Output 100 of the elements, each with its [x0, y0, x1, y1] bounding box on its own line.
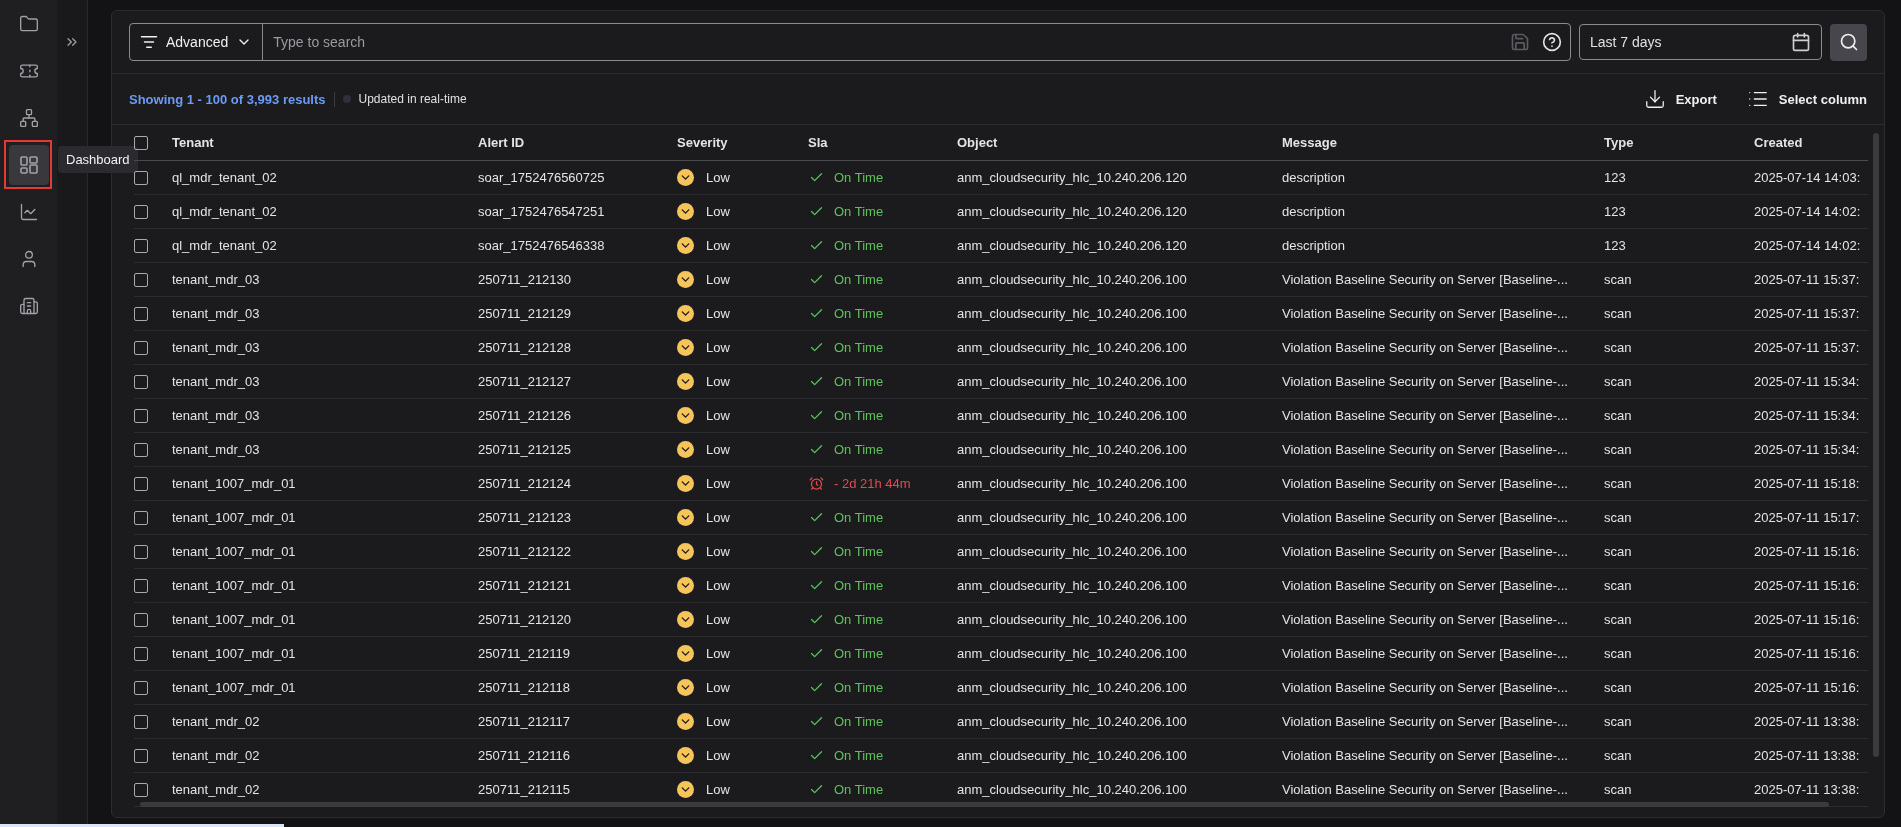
table-cell-text: Violation Baseline Security on Server [Baseline-... [1282, 714, 1569, 729]
table-cell: Low [706, 714, 730, 729]
table-cell-text: scan [1604, 272, 1633, 287]
help-icon[interactable] [1542, 32, 1562, 52]
table-cell: - 2d 21h 44m [834, 476, 911, 491]
row-checkbox[interactable] [134, 612, 148, 627]
table-cell-text: anm_cloudsecurity_hlc_10.240.206.120 [957, 170, 1188, 185]
table-cell-text: soar_1752476546338 [478, 238, 606, 253]
download-icon [1643, 88, 1666, 110]
row-checkbox[interactable] [134, 408, 148, 423]
table-cell: On Time [834, 272, 884, 287]
chevron-down-icon [677, 203, 694, 220]
row-checkbox[interactable] [134, 476, 148, 491]
table-cell: Low [706, 544, 730, 559]
table-cell-text: 250711_212120 [478, 612, 573, 627]
search-field[interactable]: Advanced Type to search [129, 23, 1571, 61]
dashboard-icon [18, 155, 39, 175]
table-cell-text: description [1282, 170, 1346, 185]
table-cell-text: 2025-07-11 15:37: [1754, 272, 1861, 287]
search-button[interactable] [1830, 23, 1867, 61]
chevron-down-icon [677, 237, 694, 254]
building-icon [18, 296, 39, 316]
status-dot [342, 95, 351, 103]
row-checkbox[interactable] [134, 578, 148, 593]
table-cell-text: tenant_1007_mdr_01 [172, 476, 297, 491]
row-checkbox[interactable] [134, 170, 148, 185]
table-cell-text: 2025-07-11 15:16: [1754, 646, 1861, 661]
column-header[interactable]: Sla [808, 135, 957, 150]
table-cell-text: Violation Baseline Security on Server [Baseline-... [1282, 782, 1569, 797]
table-cell: On Time [834, 340, 884, 355]
table-cell-text: 2025-07-14 14:03: [1754, 170, 1862, 185]
table-cell: On Time [834, 612, 884, 627]
table-cell: Low [706, 238, 730, 253]
row-checkbox[interactable] [134, 714, 148, 729]
date-range-field[interactable]: Last 7 days [1579, 24, 1822, 60]
table-cell-text: 123 [1604, 170, 1627, 185]
row-checkbox[interactable] [134, 680, 148, 695]
table-cell-text: Violation Baseline Security on Server [Baseline-... [1282, 612, 1569, 627]
chevron-down-icon [677, 475, 694, 492]
table-cell: On Time [834, 238, 884, 253]
row-checkbox[interactable] [134, 782, 148, 797]
table-cell-text: 123 [1604, 204, 1627, 219]
table-cell: On Time [834, 408, 884, 423]
table-cell-text: 2025-07-11 15:16: [1754, 578, 1861, 593]
network-icon [18, 108, 39, 128]
table-cell: Low [706, 374, 730, 389]
table-cell-text: anm_cloudsecurity_hlc_10.240.206.100 [957, 340, 1188, 355]
table-cell-text: anm_cloudsecurity_hlc_10.240.206.100 [957, 544, 1188, 559]
row-checkbox[interactable] [134, 238, 148, 253]
chevron-down-icon [677, 713, 694, 730]
table-cell-text: tenant_1007_mdr_01 [172, 612, 297, 627]
column-header[interactable]: Alert ID [478, 135, 677, 150]
column-header[interactable]: Object [957, 135, 1282, 150]
table-cell-text: scan [1604, 510, 1633, 525]
row-checkbox[interactable] [134, 544, 148, 559]
table-cell: On Time [834, 544, 884, 559]
table-cell-text: tenant_mdr_02 [172, 782, 261, 797]
line-chart-icon [18, 202, 39, 222]
table-cell-text: scan [1604, 578, 1633, 593]
column-header[interactable]: Severity [677, 135, 808, 150]
chevron-down-icon [677, 407, 694, 424]
column-header[interactable]: Tenant [172, 135, 478, 150]
table-cell-text: 2025-07-11 15:17: [1754, 510, 1861, 525]
row-checkbox[interactable] [134, 306, 148, 321]
realtime-label: Updated in real-time [358, 92, 467, 106]
column-header[interactable]: Created [1754, 135, 1866, 150]
filter-dropdown[interactable]: Advanced [130, 24, 264, 60]
table-cell-text: Violation Baseline Security on Server [Baseline-... [1282, 510, 1569, 525]
search-icon [1838, 32, 1859, 52]
row-checkbox[interactable] [134, 204, 148, 219]
save-icon[interactable] [1510, 32, 1530, 52]
row-checkbox[interactable] [134, 340, 148, 355]
row-checkbox[interactable] [134, 510, 148, 525]
row-checkbox[interactable] [134, 374, 148, 389]
column-header[interactable]: Message [1282, 135, 1604, 150]
table-cell-text: Violation Baseline Security on Server [Baseline-... [1282, 748, 1569, 763]
table-cell: On Time [834, 782, 884, 797]
scrollbar[interactable] [140, 802, 1829, 807]
table-cell-text: description [1282, 238, 1346, 253]
table-cell-text: tenant_mdr_03 [172, 374, 261, 389]
table-cell-text: 250711_212125 [478, 442, 573, 457]
table-cell-text: scan [1604, 646, 1633, 661]
table-cell: Low [706, 612, 730, 627]
scrollbar[interactable] [1873, 133, 1879, 757]
row-checkbox[interactable] [134, 646, 148, 661]
select-all-checkbox[interactable] [134, 135, 148, 150]
row-checkbox[interactable] [134, 272, 148, 287]
row-checkbox[interactable] [134, 442, 148, 457]
table-cell: On Time [834, 306, 884, 321]
column-header[interactable]: Type [1604, 135, 1754, 150]
chevron-down-icon [677, 577, 694, 594]
table-cell: On Time [834, 714, 884, 729]
export-button[interactable]: Export [1643, 88, 1717, 110]
select-column-button[interactable]: Select column [1746, 88, 1867, 110]
sidebar-item[interactable] [8, 145, 49, 185]
table-cell-text: tenant_mdr_03 [172, 340, 261, 355]
row-checkbox[interactable] [134, 748, 148, 763]
table-cell: Low [706, 646, 730, 661]
table-cell-text: 2025-07-14 14:02: [1754, 204, 1862, 219]
table-cell: Low [706, 680, 730, 695]
